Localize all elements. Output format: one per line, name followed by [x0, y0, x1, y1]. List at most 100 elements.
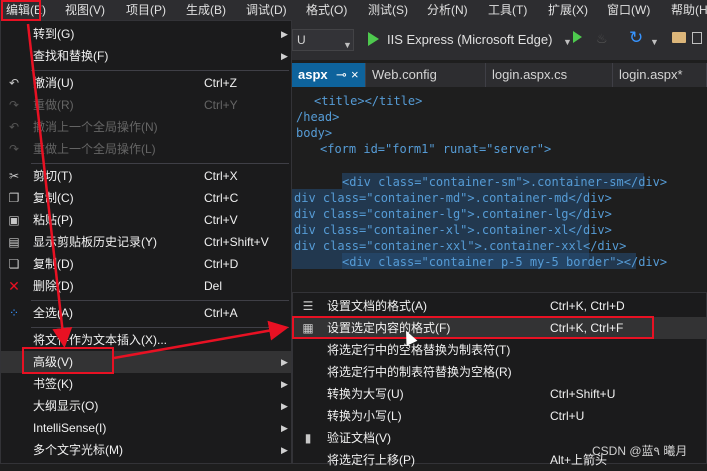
start-without-debug-icon[interactable] — [573, 31, 582, 43]
tab-label: aspx — [298, 67, 328, 82]
submenu-item-format-document[interactable]: ☰ 设置文档的格式(A) Ctrl+K, Ctrl+D — [293, 295, 706, 317]
refresh-dropdown-icon[interactable]: ▼ — [650, 37, 659, 47]
paste-icon: ▣ — [8, 213, 20, 227]
menu-item-bookmarks[interactable]: 书签(K) ▶ — [1, 373, 291, 395]
menu-item-shortcut: Ctrl+K, Ctrl+D — [550, 299, 625, 313]
submenu-item-uppercase[interactable]: 转换为大写(U) Ctrl+Shift+U — [293, 383, 706, 405]
clipboard-history-icon: ▤ — [8, 235, 20, 249]
menu-separator — [31, 163, 289, 164]
menu-item-goto[interactable]: 转到(G) ▶ — [1, 23, 291, 45]
menu-item-shortcut: Ctrl+D — [204, 257, 239, 271]
menu-item-label: 删除(D) — [33, 279, 74, 293]
start-debug-icon[interactable] — [368, 32, 379, 46]
tab-label: Web.config — [372, 67, 437, 82]
submenu-arrow-icon: ▶ — [281, 357, 288, 367]
submenu-arrow-icon: ▶ — [281, 423, 288, 433]
menu-item-label: 重做上一个全局操作(L) — [33, 142, 156, 156]
menu-item-copy[interactable]: ❐ 复制(C) Ctrl+C — [1, 187, 291, 209]
code-line: <div class="container p-5 my-5 border"><… — [342, 255, 668, 269]
menu-build[interactable]: 生成(B) — [186, 0, 226, 20]
submenu-item-tabs-to-spaces[interactable]: 将选定行中的制表符替换为空格(R) — [293, 361, 706, 383]
menu-item-duplicate[interactable]: ❏ 复制(D) Ctrl+D — [1, 253, 291, 275]
tab-label: login.aspx* — [619, 67, 683, 82]
menu-item-label: 全选(A) — [33, 306, 73, 320]
config-value: U — [297, 33, 306, 47]
delete-icon: ✕ — [8, 278, 20, 294]
submenu-arrow-icon: ▶ — [281, 401, 288, 411]
menu-test[interactable]: 测试(S) — [368, 0, 408, 20]
menu-debug[interactable]: 调试(D) — [246, 0, 287, 20]
menu-item-label: 撤消上一个全局操作(N) — [33, 120, 158, 134]
menu-item-label: 重做(R) — [33, 98, 74, 112]
pin-icon[interactable]: ⊸ — [336, 63, 347, 87]
menu-extensions[interactable]: 扩展(X) — [548, 0, 588, 20]
copy-icon: ❐ — [8, 191, 20, 205]
code-line: div class="container-lg">.container-lg</… — [294, 207, 612, 221]
menu-item-intellisense[interactable]: IntelliSense(I) ▶ — [1, 417, 291, 439]
close-icon[interactable]: × — [351, 63, 359, 87]
redo-global-icon: ↷ — [8, 142, 20, 156]
tab-login-aspx-cs[interactable]: login.aspx.cs — [486, 63, 613, 87]
start-debug-button[interactable]: IIS Express (Microsoft Edge) — [387, 30, 552, 50]
menu-separator — [31, 70, 289, 71]
watermark: CSDN @蓝٩ 曦月 — [592, 444, 688, 458]
select-all-icon: ⁘ — [8, 306, 20, 320]
menu-item-clipboard-history[interactable]: ▤ 显示剪贴板历史记录(Y) Ctrl+Shift+V — [1, 231, 291, 253]
menu-item-label: 剪切(T) — [33, 169, 73, 183]
menu-item-label: 复制(C) — [33, 191, 74, 205]
submenu-item-spaces-to-tabs[interactable]: 将选定行中的空格替换为制表符(T) — [293, 339, 706, 361]
menu-item-undo-global[interactable]: ↶ 撤消上一个全局操作(N) — [1, 116, 291, 138]
menu-item-shortcut: Ctrl+A — [204, 306, 238, 320]
menu-tools[interactable]: 工具(T) — [488, 0, 527, 20]
toolbar-more-icon[interactable] — [692, 32, 702, 44]
menu-item-select-all[interactable]: ⁘ 全选(A) Ctrl+A — [1, 302, 291, 324]
solution-config-select[interactable]: U ▼ — [292, 29, 354, 51]
menu-item-delete[interactable]: ✕ 删除(D) Del — [1, 275, 291, 297]
menu-item-find-replace[interactable]: 查找和替换(F) ▶ — [1, 45, 291, 67]
menu-analyze[interactable]: 分析(N) — [427, 0, 468, 20]
menu-project[interactable]: 项目(P) — [126, 0, 166, 20]
hot-reload-icon[interactable]: ♨ — [596, 31, 608, 47]
menu-item-label: 撤消(U) — [33, 76, 74, 90]
menu-item-shortcut: Del — [204, 279, 223, 293]
tab-aspx[interactable]: aspx ⊸ × — [292, 63, 366, 87]
code-line: /head> — [296, 110, 340, 124]
menu-item-shortcut: Ctrl+U — [550, 409, 585, 423]
annotation-box-advanced — [22, 347, 114, 374]
menu-item-label: 转到(G) — [33, 27, 75, 41]
menu-view[interactable]: 视图(V) — [65, 0, 105, 20]
menu-separator — [31, 327, 289, 328]
menu-format[interactable]: 格式(O) — [306, 0, 347, 20]
edit-menu-dropdown: 转到(G) ▶ 查找和替换(F) ▶ ↶ 撤消(U) Ctrl+Z ↷ 重做(R) Ctrl… — [0, 20, 292, 464]
cut-icon: ✂ — [8, 169, 20, 183]
tab-web-config[interactable]: Web.config — [366, 63, 486, 87]
menu-item-paste[interactable]: ▣ 粘贴(P) Ctrl+V — [1, 209, 291, 231]
menu-window[interactable]: 窗口(W) — [607, 0, 650, 20]
code-line: <title></title> — [314, 94, 423, 108]
start-dropdown-icon[interactable]: ▼ — [563, 37, 572, 47]
menu-item-redo[interactable]: ↷ 重做(R) Ctrl+Y — [1, 94, 291, 116]
folder-icon[interactable] — [672, 32, 686, 43]
menu-item-multi-caret[interactable]: 多个文字光标(M) ▶ — [1, 439, 291, 461]
code-line: <form id="form1" runat="server"> — [320, 142, 552, 156]
menu-item-redo-global[interactable]: ↷ 重做上一个全局操作(L) — [1, 138, 291, 160]
format-document-icon: ☰ — [302, 299, 314, 313]
submenu-item-lowercase[interactable]: 转换为小写(L) Ctrl+U — [293, 405, 706, 427]
code-line: body> — [296, 126, 333, 140]
submenu-arrow-icon: ▶ — [281, 379, 288, 389]
code-line: div class="container-xl">.container-xl</… — [294, 223, 612, 237]
submenu-arrow-icon: ▶ — [281, 445, 288, 455]
menu-item-shortcut: Ctrl+Y — [204, 98, 238, 112]
menu-separator — [31, 300, 289, 301]
menu-item-shortcut: Ctrl+V — [204, 213, 238, 227]
menu-item-label: 复制(D) — [33, 257, 74, 271]
menu-help[interactable]: 帮助(H) — [671, 0, 707, 20]
menu-item-undo[interactable]: ↶ 撤消(U) Ctrl+Z — [1, 72, 291, 94]
toolbar: U ▼ IIS Express (Microsoft Edge) ▼ ♨ ↻ ▼ — [292, 20, 707, 60]
menu-item-cut[interactable]: ✂ 剪切(T) Ctrl+X — [1, 165, 291, 187]
duplicate-icon: ❏ — [8, 257, 20, 271]
refresh-icon[interactable]: ↻ — [629, 28, 643, 48]
menu-item-outlining[interactable]: 大纲显示(O) ▶ — [1, 395, 291, 417]
tab-login-aspx[interactable]: login.aspx* — [613, 63, 707, 87]
submenu-arrow-icon: ▶ — [281, 29, 288, 39]
